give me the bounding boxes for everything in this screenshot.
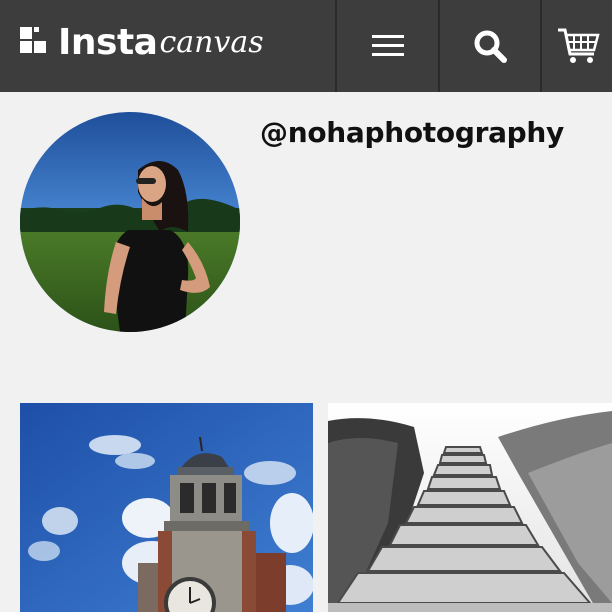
- search-button[interactable]: [438, 0, 540, 92]
- profile-avatar[interactable]: [20, 112, 240, 332]
- top-navigation-bar: Insta canvas: [0, 0, 612, 92]
- logo-mark-icon: [20, 27, 52, 59]
- logo-text-insta: Insta: [58, 22, 158, 63]
- hamburger-menu-icon: [371, 35, 404, 57]
- instacanvas-logo[interactable]: Insta canvas: [20, 18, 264, 68]
- clock-tower-photo[interactable]: [20, 403, 313, 612]
- shopping-cart-icon: [558, 28, 600, 63]
- profile-username: @nohaphotography: [260, 116, 565, 149]
- menu-button[interactable]: [335, 0, 438, 92]
- logo-text-canvas: canvas: [159, 25, 264, 60]
- stone-stairs-photo[interactable]: [328, 403, 612, 612]
- search-icon: [474, 30, 507, 63]
- cart-button[interactable]: [540, 0, 612, 92]
